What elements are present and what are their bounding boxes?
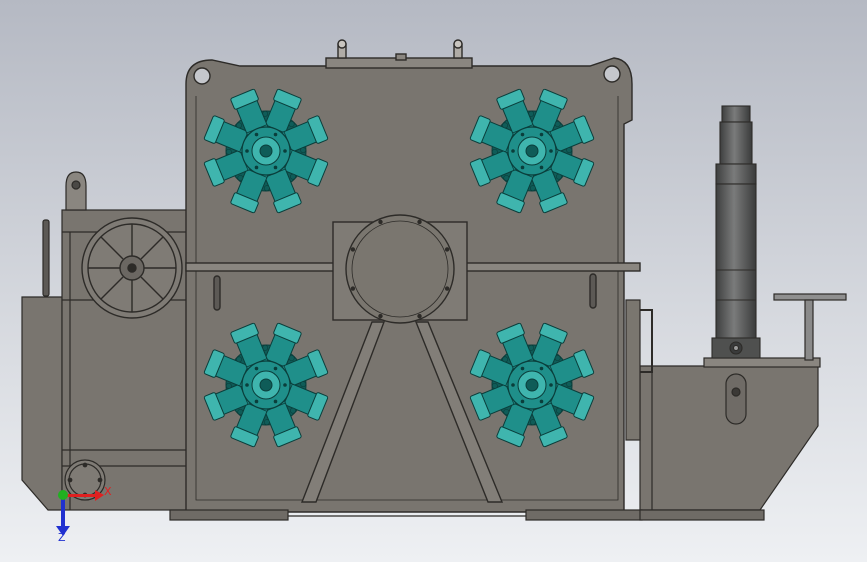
bearing-bolt: [444, 247, 450, 252]
gearbox-assembly-drawing[interactable]: X Z: [0, 0, 867, 562]
handwheel: [81, 217, 183, 319]
left-lower-base-block: [21, 296, 63, 511]
bearing-bolt: [417, 313, 422, 319]
bearing-bolt: [417, 219, 422, 225]
left-lifting-lug: [65, 171, 87, 211]
central-bearing-cover: [345, 214, 455, 324]
triad-x-axis: [63, 494, 97, 497]
triad-x-label: X: [104, 485, 112, 498]
cad-viewport[interactable]: X Z: [0, 0, 867, 562]
triad-z-label: Z: [58, 531, 66, 544]
housing-handle-right: [589, 273, 597, 309]
bearing-bolt: [378, 219, 383, 225]
lifting-hole-right: [603, 65, 621, 83]
left-auxiliary-housing: [21, 171, 189, 511]
bearing-bolt: [350, 247, 356, 252]
bearing-bolt: [350, 286, 356, 291]
housing-handle-left: [213, 275, 221, 311]
eye-bolt-left: [337, 39, 347, 59]
side-platform: [773, 293, 847, 361]
left-side-handle: [42, 219, 50, 297]
lifting-hole-left: [193, 67, 211, 85]
bearing-bolt: [444, 286, 450, 291]
mounting-plate: [703, 357, 821, 368]
hydraulic-cylinder: [711, 105, 761, 359]
triad-origin: [58, 490, 68, 500]
bearing-bolt: [378, 313, 383, 319]
slot-window: [725, 373, 747, 425]
eye-bolt-right: [453, 39, 463, 59]
